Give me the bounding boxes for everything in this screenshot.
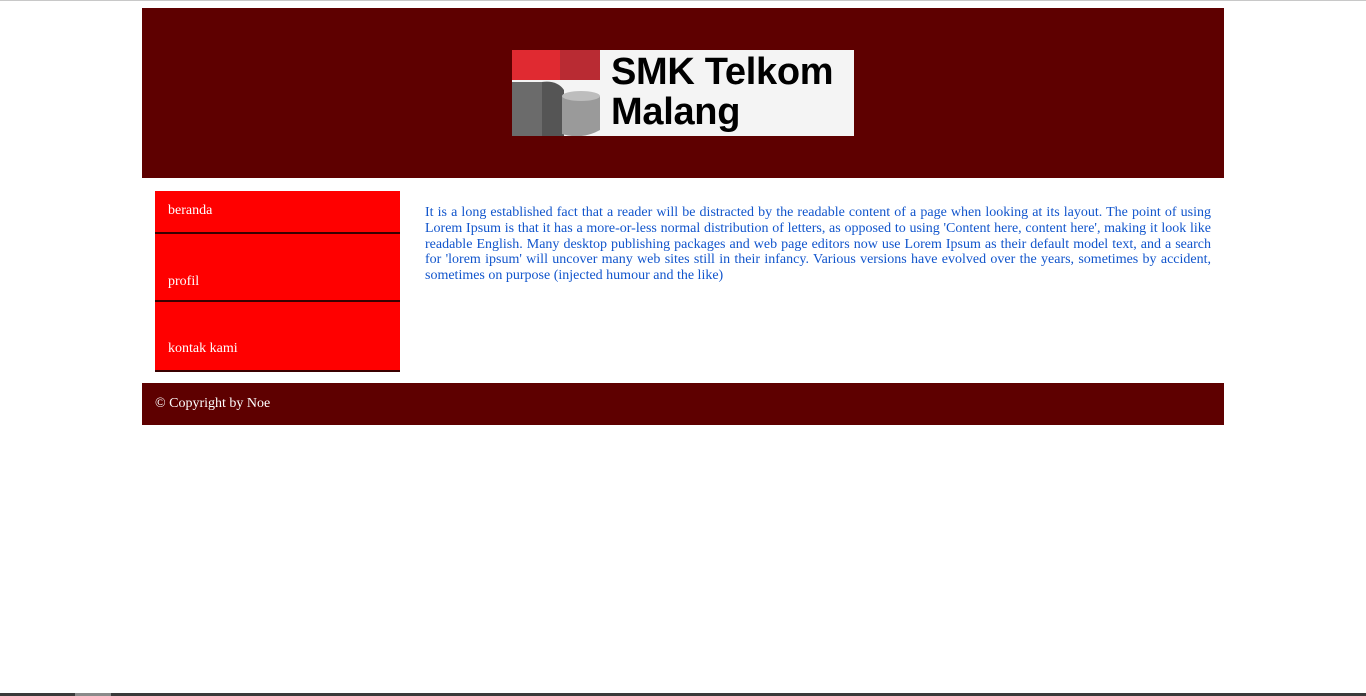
logo-line-2: Malang (611, 91, 741, 133)
sidebar-item-label: profil (168, 274, 200, 289)
browser-top-border (0, 0, 1366, 1)
telkom-logo-icon (512, 50, 600, 136)
main-content-paragraph: It is a long established fact that a rea… (425, 205, 1211, 284)
logo-text: SMK Telkom Malang (611, 51, 834, 133)
school-logo: SMK Telkom Malang (512, 50, 854, 136)
logo-line-1: SMK Telkom (611, 51, 834, 93)
sidebar-item-beranda[interactable]: beranda (155, 191, 400, 234)
sidebar-item-profil[interactable]: profil (155, 234, 400, 302)
copyright-text: © Copyright by Noe (155, 396, 271, 411)
page-footer: © Copyright by Noe (142, 383, 1224, 425)
sidebar-item-label: kontak kami (168, 341, 238, 356)
sidebar-item-label: beranda (168, 203, 213, 218)
sidebar-nav: beranda profil kontak kami (155, 191, 400, 372)
sidebar-item-kontak-kami[interactable]: kontak kami (155, 302, 400, 372)
page-header: SMK Telkom Malang (142, 8, 1224, 178)
